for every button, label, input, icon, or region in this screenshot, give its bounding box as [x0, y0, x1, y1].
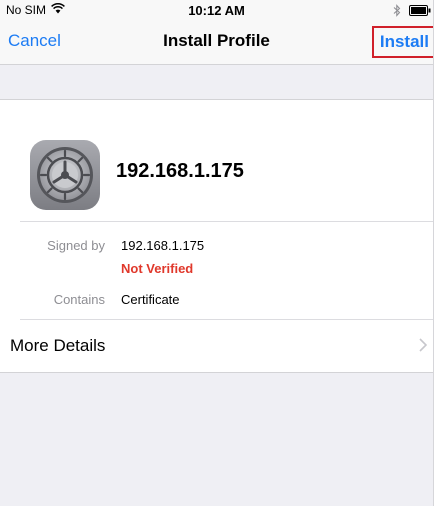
status-right: [393, 4, 431, 20]
signed-by-value: 192.168.1.175: [121, 238, 205, 253]
more-details-label: More Details: [10, 336, 106, 355]
more-details-row[interactable]: More Details: [0, 320, 433, 372]
navigation-bar: Cancel Install Profile Install: [0, 20, 433, 65]
install-button[interactable]: Install: [371, 26, 433, 58]
divider: [20, 221, 433, 222]
contains-label: Contains: [53, 292, 105, 307]
profile-card: 192.168.1.175 Signed by 192.168.1.175 No…: [0, 99, 433, 373]
settings-gear-icon: [30, 140, 100, 210]
contains-value: Certificate: [121, 292, 180, 307]
page-title: Install Profile: [163, 31, 270, 50]
battery-icon: [409, 5, 431, 19]
bluetooth-icon: [393, 4, 401, 20]
chevron-right-icon: [419, 338, 428, 357]
install-profile-screen: No SIM 10:12 AM Cancel Install Profile I…: [0, 0, 434, 506]
profile-name: 192.168.1.175: [116, 160, 244, 182]
signed-by-label: Signed by: [47, 238, 105, 253]
status-bar: No SIM 10:12 AM: [0, 0, 433, 20]
verification-status: Not Verified: [121, 261, 194, 276]
clock: 10:12 AM: [188, 3, 245, 18]
